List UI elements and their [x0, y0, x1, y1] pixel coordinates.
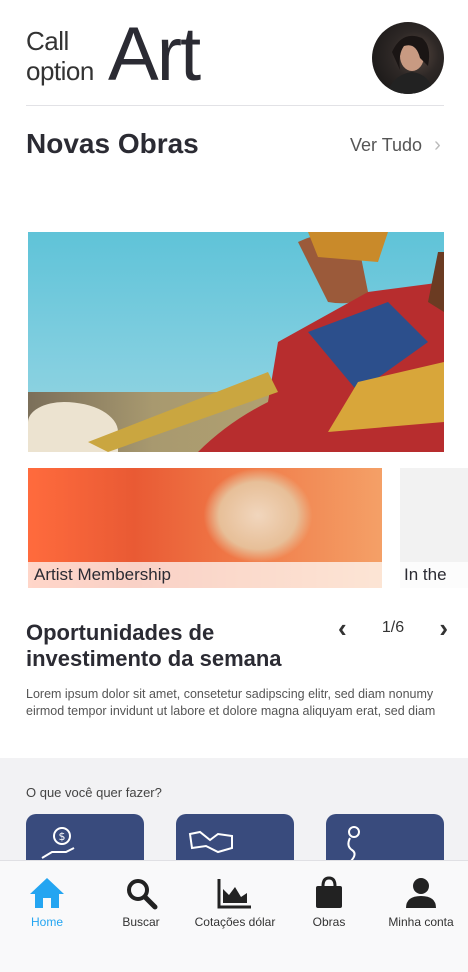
tab-bar: Home Buscar Cotações dólar Obras Minha c…: [0, 860, 468, 972]
carousel-card-label: Artist Membership: [28, 562, 382, 588]
logo-big-text: Art: [108, 12, 201, 97]
tab-home[interactable]: Home: [0, 875, 94, 929]
tab-label: Buscar: [122, 915, 160, 929]
search-icon: [127, 879, 158, 910]
carousel-card-next[interactable]: In the: [400, 468, 468, 588]
sculpture-icon: [347, 826, 360, 863]
actions-title: O que você quer fazer?: [26, 785, 162, 800]
logo-small-text: Call option: [26, 26, 94, 86]
tab-label: Cotações dólar: [194, 915, 276, 929]
section-title: Novas Obras: [26, 128, 199, 159]
pager: ‹ 1/6 ›: [338, 615, 448, 641]
hero-figure: [88, 232, 444, 452]
carousel-card-label: In the: [400, 562, 468, 588]
handshake-icon: [188, 830, 233, 854]
user-icon: [406, 878, 436, 908]
card-photo: [203, 468, 313, 563]
svg-text:$: $: [59, 830, 66, 843]
tab-works[interactable]: Obras: [282, 875, 376, 929]
chevron-left-icon[interactable]: ‹: [338, 615, 347, 641]
chevron-right-icon: ›: [434, 134, 441, 156]
tab-quotes[interactable]: Cotações dólar: [188, 875, 282, 929]
opportunities-title: Oportunidades de investimento da semana: [26, 620, 282, 671]
chevron-right-icon[interactable]: ›: [439, 615, 448, 641]
avatar[interactable]: [372, 22, 444, 94]
tab-search[interactable]: Buscar: [94, 875, 188, 929]
tab-label: Obras: [312, 915, 346, 929]
app-header: Call option Art: [0, 0, 468, 106]
logo-line-2: option: [26, 56, 94, 86]
logo-line-1: Call: [26, 26, 69, 56]
bag-icon: [316, 876, 342, 908]
home-icon: [30, 878, 64, 908]
chart-icon: [217, 879, 251, 909]
pager-count: 1/6: [381, 619, 405, 636]
tab-label: Minha conta: [388, 915, 454, 929]
tab-account[interactable]: Minha conta: [374, 875, 468, 929]
carousel-card-membership[interactable]: Artist Membership: [28, 468, 382, 588]
opportunities-description: Lorem ipsum dolor sit amet, consetetur s…: [26, 687, 436, 718]
money-hand-icon: $: [41, 827, 75, 859]
header-divider: [26, 105, 444, 106]
see-all-link[interactable]: Ver Tudo ›: [350, 134, 441, 157]
avatar-photo: [386, 35, 434, 94]
featured-artwork-image[interactable]: [28, 232, 444, 452]
tab-label: Home: [30, 915, 63, 929]
see-all-label: Ver Tudo: [350, 135, 423, 155]
